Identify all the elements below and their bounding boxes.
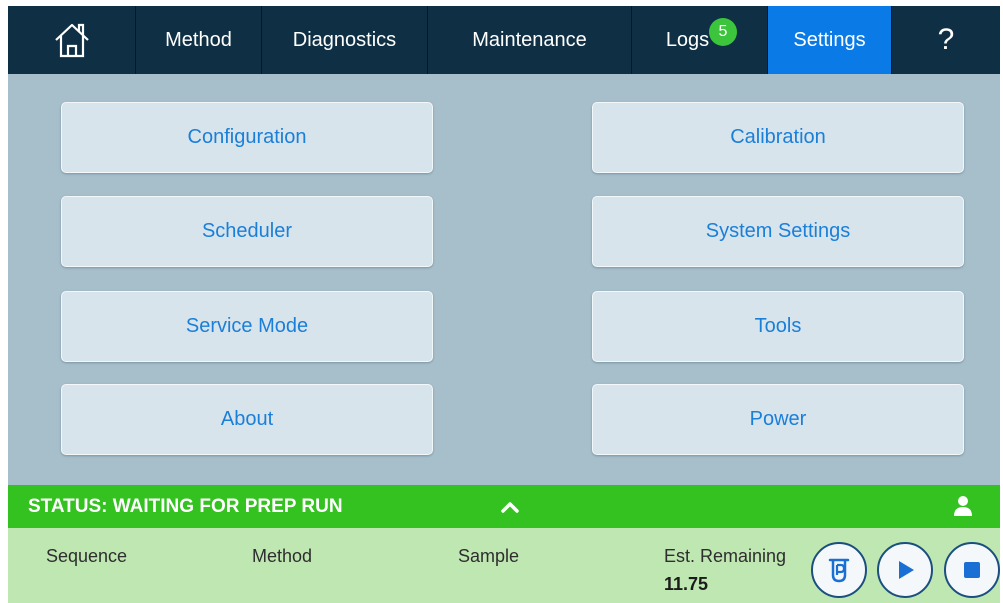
nav-logs-tab[interactable]: Logs 5 bbox=[632, 6, 768, 74]
tools-label: Tools bbox=[754, 315, 802, 337]
top-navigation-bar: Method Diagnostics Maintenance Logs 5 Se… bbox=[8, 6, 1000, 74]
help-label: ? bbox=[937, 23, 955, 56]
configuration-label: Configuration bbox=[187, 126, 307, 148]
nav-maintenance-label: Maintenance bbox=[472, 28, 587, 51]
status-text: STATUS: WAITING FOR PREP RUN bbox=[28, 496, 343, 517]
chevron-up-icon[interactable] bbox=[498, 495, 522, 519]
status-bar: STATUS: WAITING FOR PREP RUN bbox=[8, 485, 1000, 528]
logs-count-badge: 5 bbox=[709, 18, 737, 46]
stop-button[interactable] bbox=[944, 542, 1000, 598]
nav-settings-label: Settings bbox=[793, 28, 866, 51]
est-remaining-label: Est. Remaining bbox=[664, 546, 787, 566]
nav-diagnostics-label: Diagnostics bbox=[292, 28, 397, 51]
service-mode-button[interactable]: Service Mode bbox=[61, 291, 433, 362]
service-mode-label: Service Mode bbox=[185, 315, 309, 337]
method-label: Method bbox=[252, 546, 313, 566]
nav-logs-label: Logs bbox=[665, 28, 710, 51]
user-icon[interactable] bbox=[952, 495, 974, 517]
play-icon bbox=[899, 561, 914, 579]
nav-maintenance-tab[interactable]: Maintenance bbox=[428, 6, 632, 74]
about-button[interactable]: About bbox=[61, 384, 433, 455]
est-remaining-value: 11.75 bbox=[664, 574, 709, 594]
nav-settings-tab[interactable]: Settings bbox=[768, 6, 892, 74]
configuration-button[interactable]: Configuration bbox=[61, 102, 433, 173]
about-label: About bbox=[220, 408, 274, 430]
system-settings-label: System Settings bbox=[705, 220, 851, 242]
calibration-button[interactable]: Calibration bbox=[592, 102, 964, 173]
nav-method-tab[interactable]: Method bbox=[136, 6, 262, 74]
nav-diagnostics-tab[interactable]: Diagnostics bbox=[262, 6, 428, 74]
calibration-label: Calibration bbox=[730, 126, 826, 148]
power-button[interactable]: Power bbox=[592, 384, 964, 455]
power-label: Power bbox=[749, 408, 807, 430]
home-icon bbox=[54, 23, 89, 58]
prep-run-button[interactable] bbox=[811, 542, 867, 598]
play-button[interactable] bbox=[877, 542, 933, 598]
nav-method-label: Method bbox=[165, 28, 232, 51]
system-settings-button[interactable]: System Settings bbox=[592, 196, 964, 267]
prep-tube-icon bbox=[828, 558, 850, 583]
sample-label: Sample bbox=[458, 546, 520, 566]
help-button[interactable]: ? bbox=[892, 6, 1000, 74]
scheduler-label: Scheduler bbox=[201, 220, 293, 242]
settings-panel: Configuration Calibration Scheduler Syst… bbox=[8, 74, 1000, 485]
run-info-bar: Sequence Method Sample Est. Remaining 11… bbox=[8, 528, 1000, 603]
stop-icon bbox=[964, 562, 980, 578]
nav-home-button[interactable] bbox=[8, 6, 136, 74]
tools-button[interactable]: Tools bbox=[592, 291, 964, 362]
sequence-label: Sequence bbox=[46, 546, 128, 566]
scheduler-button[interactable]: Scheduler bbox=[61, 196, 433, 267]
